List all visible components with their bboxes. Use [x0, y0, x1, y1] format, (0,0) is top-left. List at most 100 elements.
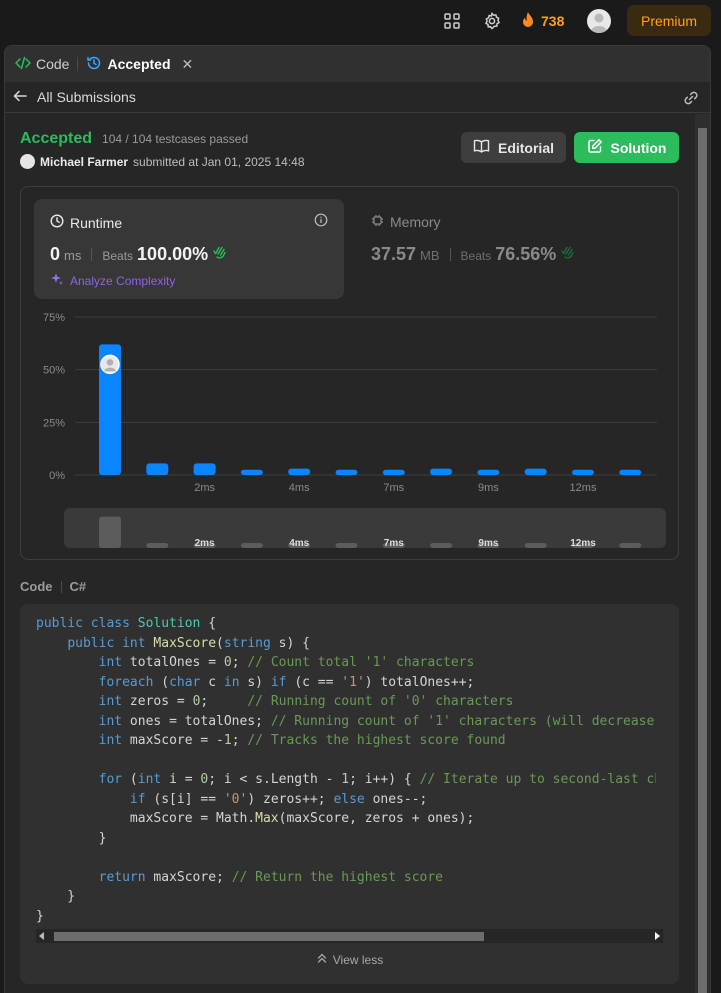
editorial-button[interactable]: Editorial — [461, 132, 566, 163]
tab-accepted[interactable]: Accepted ✕ — [86, 55, 193, 74]
edit-icon — [587, 138, 603, 157]
solution-button[interactable]: Solution — [574, 132, 679, 163]
tab-code[interactable]: Code — [14, 56, 70, 73]
chart-bar[interactable] — [382, 469, 405, 475]
scroll-left-icon[interactable] — [39, 932, 44, 940]
submissions-bar: All Submissions — [5, 82, 710, 113]
clap-icon — [212, 244, 228, 263]
view-less-label: View less — [332, 952, 384, 967]
tab-accepted-label: Accepted — [107, 56, 171, 72]
chart-bar[interactable] — [430, 468, 453, 475]
layout-icon[interactable] — [442, 11, 462, 31]
testcases-passed: 104 / 104 testcases passed — [102, 132, 249, 146]
solution-label: Solution — [610, 139, 667, 156]
overview-tick-label: 4ms — [289, 538, 309, 549]
memory-label: Memory — [390, 214, 441, 230]
code-block[interactable]: public class Solution { public int MaxSc… — [36, 614, 656, 934]
overview-bar — [240, 543, 263, 548]
streak-count: 738 — [541, 13, 565, 29]
runtime-distribution-chart[interactable]: 75% 50% 25% 0% 2ms 4ms 7ms 9ms 12ms 2ms 4ms 7ms 9ms 1… — [21, 305, 678, 555]
code-viewer: public class Solution { public int MaxSc… — [20, 604, 679, 984]
book-icon — [473, 139, 490, 156]
runtime-beats-value: 100.00% — [137, 244, 209, 264]
chart-bar[interactable] — [335, 469, 358, 475]
overview-bar — [619, 543, 642, 548]
chart-bar[interactable] — [619, 469, 642, 475]
result-header: Accepted 104 / 104 testcases passed — [20, 130, 248, 148]
sparkle-icon — [50, 272, 64, 289]
x-tick-label: 7ms — [383, 482, 404, 494]
clock-icon — [50, 214, 64, 231]
streak-counter[interactable]: 738 — [520, 11, 564, 31]
all-submissions-link[interactable]: All Submissions — [13, 89, 136, 105]
vertical-scrollbar[interactable] — [695, 114, 710, 993]
runtime-value: 0 — [50, 244, 61, 264]
chip-icon — [371, 214, 384, 230]
overview-bar — [335, 543, 358, 548]
runtime-beats-label: Beats — [102, 249, 134, 263]
chart-bar[interactable] — [477, 469, 500, 475]
scrollbar-thumb[interactable] — [54, 932, 484, 941]
link-icon[interactable] — [682, 89, 700, 107]
overview-tick-label: 12ms — [570, 538, 596, 549]
memory-value-row: 37.57 MB Beats 76.56% — [371, 244, 576, 265]
language-label: C# — [69, 579, 87, 594]
analyze-complexity-link[interactable]: Analyze Complexity — [50, 272, 175, 289]
overview-tick-label: 7ms — [384, 538, 404, 549]
runtime-panel[interactable]: Runtime 0 ms Beats 100.00% Analyze Compl… — [34, 199, 344, 299]
user-avatar[interactable] — [587, 9, 611, 33]
premium-button[interactable]: Premium — [627, 5, 711, 36]
divider — [60, 580, 62, 593]
x-tick-label: 4ms — [289, 482, 310, 494]
overview-bar — [430, 543, 453, 548]
submission-panel: Code Accepted ✕ All Submissions Accepted… — [4, 45, 711, 993]
scrollbar-thumb[interactable] — [698, 128, 707, 993]
horizontal-scrollbar[interactable] — [36, 929, 663, 943]
avatar — [20, 154, 35, 169]
memory-panel[interactable]: Memory 37.57 MB Beats 76.56% — [371, 214, 574, 264]
runtime-label: Runtime — [70, 214, 123, 231]
performance-card: Runtime 0 ms Beats 100.00% Analyze Compl… — [20, 186, 679, 560]
chart-bar[interactable] — [572, 469, 594, 475]
view-less-button[interactable]: View less — [20, 952, 679, 967]
y-tick-label: 0% — [49, 470, 65, 482]
memory-unit: MB — [420, 248, 440, 263]
overview-tick-label: 9ms — [478, 538, 498, 549]
tab-divider — [77, 57, 79, 71]
username-link[interactable]: Michael Farmer — [40, 155, 128, 169]
tab-code-label: Code — [36, 56, 70, 72]
info-icon[interactable] — [314, 213, 328, 230]
y-tick-label: 25% — [43, 417, 65, 429]
tab-bar: Code Accepted ✕ — [5, 46, 710, 82]
code-label: Code — [20, 579, 53, 594]
arrow-left-icon — [13, 89, 27, 105]
chart-bar[interactable] — [146, 463, 169, 475]
y-tick-label: 75% — [43, 312, 65, 324]
memory-title: Memory — [371, 214, 441, 230]
divider — [91, 248, 93, 261]
overview-tick-label: 2ms — [195, 538, 215, 549]
overview-bar — [99, 516, 121, 548]
chart-bar[interactable] — [288, 468, 311, 475]
close-icon[interactable]: ✕ — [182, 56, 194, 73]
chevrons-up-icon — [316, 952, 328, 967]
chart-bar[interactable] — [524, 468, 547, 475]
submission-content: Accepted 104 / 104 testcases passed Mich… — [5, 114, 695, 993]
clap-icon — [560, 244, 576, 263]
chart-bar[interactable] — [240, 469, 263, 475]
x-tick-label: 12ms — [570, 482, 597, 494]
x-tick-label: 9ms — [478, 482, 499, 494]
chart-bar[interactable] — [193, 463, 216, 475]
fire-icon — [520, 11, 536, 32]
runtime-title: Runtime — [50, 214, 122, 231]
submitter-info: Michael Farmer submitted at Jan 01, 2025… — [20, 154, 305, 169]
divider — [449, 248, 451, 261]
scroll-right-icon[interactable] — [655, 932, 660, 940]
submitted-time: submitted at Jan 01, 2025 14:48 — [133, 154, 305, 169]
editorial-label: Editorial — [497, 139, 554, 156]
y-tick-label: 50% — [43, 365, 65, 377]
overview-bar — [146, 543, 169, 548]
gear-icon[interactable] — [482, 11, 502, 31]
runtime-value-row: 0 ms Beats 100.00% — [50, 244, 228, 265]
analyze-complexity-label: Analyze Complexity — [70, 273, 176, 288]
